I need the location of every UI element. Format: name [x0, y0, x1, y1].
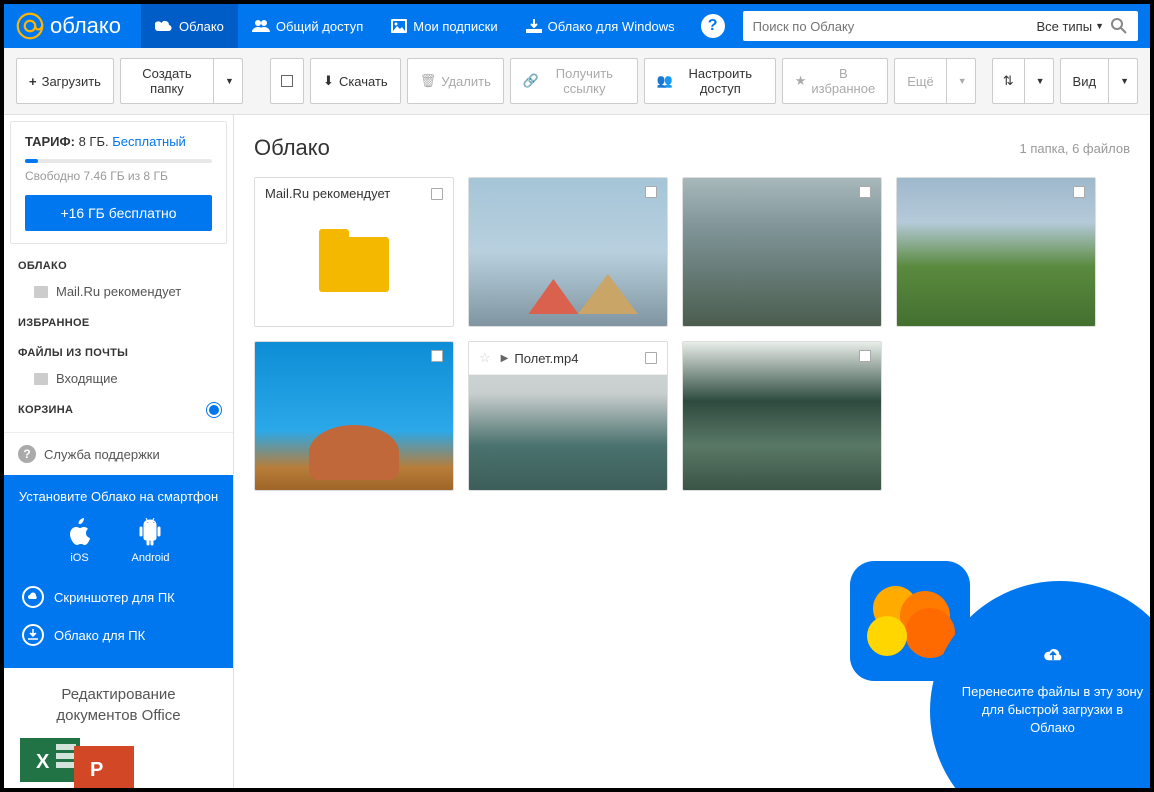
- create-folder-button[interactable]: Создать папку: [120, 58, 213, 104]
- support-link[interactable]: ? Служба поддержки: [4, 432, 233, 475]
- at-icon: [16, 12, 44, 40]
- create-dropdown[interactable]: ▼: [213, 58, 243, 104]
- sidebar-folder-inbox[interactable]: Входящие: [18, 365, 219, 392]
- star-icon[interactable]: ☆: [479, 350, 491, 366]
- search-bar: Все типы▼: [743, 11, 1138, 41]
- tile-checkbox[interactable]: [1073, 186, 1085, 198]
- tile-image[interactable]: [468, 177, 668, 327]
- ios-app-link[interactable]: iOS: [68, 518, 92, 564]
- search-types-dropdown[interactable]: Все типы▼: [1036, 19, 1104, 34]
- sidebar-folder-recommended[interactable]: Mail.Ru рекомендует: [18, 278, 219, 305]
- tile-name: Mail.Ru рекомендует: [265, 186, 390, 201]
- nav-windows[interactable]: Облако для Windows: [512, 4, 689, 48]
- section-mail-files[interactable]: ФАЙЛЫ ИЗ ПОЧТЫ: [18, 347, 219, 359]
- view-button[interactable]: Вид: [1060, 58, 1109, 104]
- play-icon: ▶: [501, 353, 509, 364]
- download-icon: [22, 624, 44, 646]
- promo-button[interactable]: +16 ГБ бесплатно: [25, 195, 212, 231]
- dropzone-text: Перенесите файлы в эту зону для быстрой …: [960, 683, 1145, 738]
- get-link-button: 🔗Получить ссылку: [510, 58, 638, 104]
- cloud-logo-icon: [865, 586, 955, 656]
- cloud-icon: [22, 586, 44, 608]
- search-input[interactable]: [753, 19, 1031, 34]
- page-title: Облако: [254, 135, 330, 161]
- tariff-info: ТАРИФ: 8 ГБ. Бесплатный: [25, 134, 212, 149]
- select-all-checkbox[interactable]: [270, 58, 304, 104]
- tile-checkbox[interactable]: [859, 350, 871, 362]
- smartphone-promo-title: Установите Облако на смартфон: [18, 489, 219, 504]
- cloud-icon: [155, 19, 173, 33]
- cloud-pc-link[interactable]: Облако для ПК: [18, 616, 219, 654]
- upload-cloud-icon: [1039, 645, 1067, 673]
- more-dropdown: ▼: [946, 58, 976, 104]
- nav-subscriptions[interactable]: Мои подписки: [377, 4, 511, 48]
- tile-folder[interactable]: Mail.Ru рекомендует: [254, 177, 454, 327]
- logo-text: облако: [50, 13, 121, 39]
- screenshoter-link[interactable]: Скриншотер для ПК: [18, 578, 219, 616]
- tile-image[interactable]: [254, 341, 454, 491]
- download-button[interactable]: ⬇Скачать: [310, 58, 401, 104]
- tile-image[interactable]: [682, 177, 882, 327]
- tile-image[interactable]: [682, 341, 882, 491]
- apple-icon: [68, 518, 92, 546]
- section-trash[interactable]: КОРЗИНА: [18, 404, 219, 416]
- download-icon: [526, 19, 542, 33]
- office-promo[interactable]: Редактирование документов Office X P: [4, 668, 233, 788]
- android-icon: [138, 518, 162, 546]
- sort-icon: ⇅: [1003, 73, 1014, 89]
- sort-dropdown[interactable]: ▼: [1024, 58, 1054, 104]
- sort-button[interactable]: ⇅: [992, 58, 1024, 104]
- tile-checkbox[interactable]: [859, 186, 871, 198]
- favorites-button: ★В избранное: [782, 58, 888, 104]
- folder-icon: [34, 373, 48, 385]
- star-icon: ★: [795, 73, 807, 89]
- tariff-free-link[interactable]: Бесплатный: [112, 134, 186, 149]
- tile-video[interactable]: ☆▶Полет.mp4: [468, 341, 668, 491]
- download-icon: ⬇: [323, 73, 334, 89]
- tile-name: ☆▶Полет.mp4: [479, 350, 578, 366]
- people-icon: [252, 19, 270, 33]
- section-favorites[interactable]: ИЗБРАННОЕ: [18, 317, 219, 329]
- excel-icon: X: [20, 738, 80, 782]
- people-icon: 👥: [657, 73, 673, 89]
- tile-checkbox[interactable]: [645, 352, 657, 364]
- view-dropdown[interactable]: ▼: [1108, 58, 1138, 104]
- trash-indicator: [209, 405, 219, 415]
- storage-progress: [25, 159, 212, 163]
- tile-checkbox[interactable]: [431, 350, 443, 362]
- image-icon: [391, 19, 407, 33]
- android-app-link[interactable]: Android: [132, 518, 170, 564]
- storage-quota-text: Свободно 7.46 ГБ из 8 ГБ: [25, 169, 212, 183]
- more-button: Ещё: [894, 58, 946, 104]
- nav-share[interactable]: Общий доступ: [238, 4, 377, 48]
- tile-image[interactable]: [896, 177, 1096, 327]
- nav-cloud[interactable]: Облако: [141, 4, 238, 48]
- tile-checkbox[interactable]: [431, 188, 443, 200]
- powerpoint-icon: P: [74, 746, 134, 788]
- folder-icon: [319, 237, 389, 292]
- help-button[interactable]: ?: [701, 14, 725, 38]
- search-icon[interactable]: [1110, 17, 1128, 35]
- item-count: 1 папка, 6 файлов: [1020, 141, 1130, 156]
- upload-button[interactable]: +Загрузить: [16, 58, 114, 104]
- tile-checkbox[interactable]: [645, 186, 657, 198]
- logo[interactable]: облако: [16, 12, 121, 40]
- configure-access-button[interactable]: 👥Настроить доступ: [644, 58, 776, 104]
- delete-button: 🗑Удалить: [407, 58, 504, 104]
- link-icon: 🔗: [523, 73, 539, 89]
- folder-icon: [34, 286, 48, 298]
- question-icon: ?: [18, 445, 36, 463]
- section-cloud[interactable]: ОБЛАКО: [18, 260, 219, 272]
- svg-text:X: X: [36, 751, 50, 773]
- svg-text:P: P: [90, 759, 103, 781]
- trash-icon: 🗑: [420, 73, 437, 89]
